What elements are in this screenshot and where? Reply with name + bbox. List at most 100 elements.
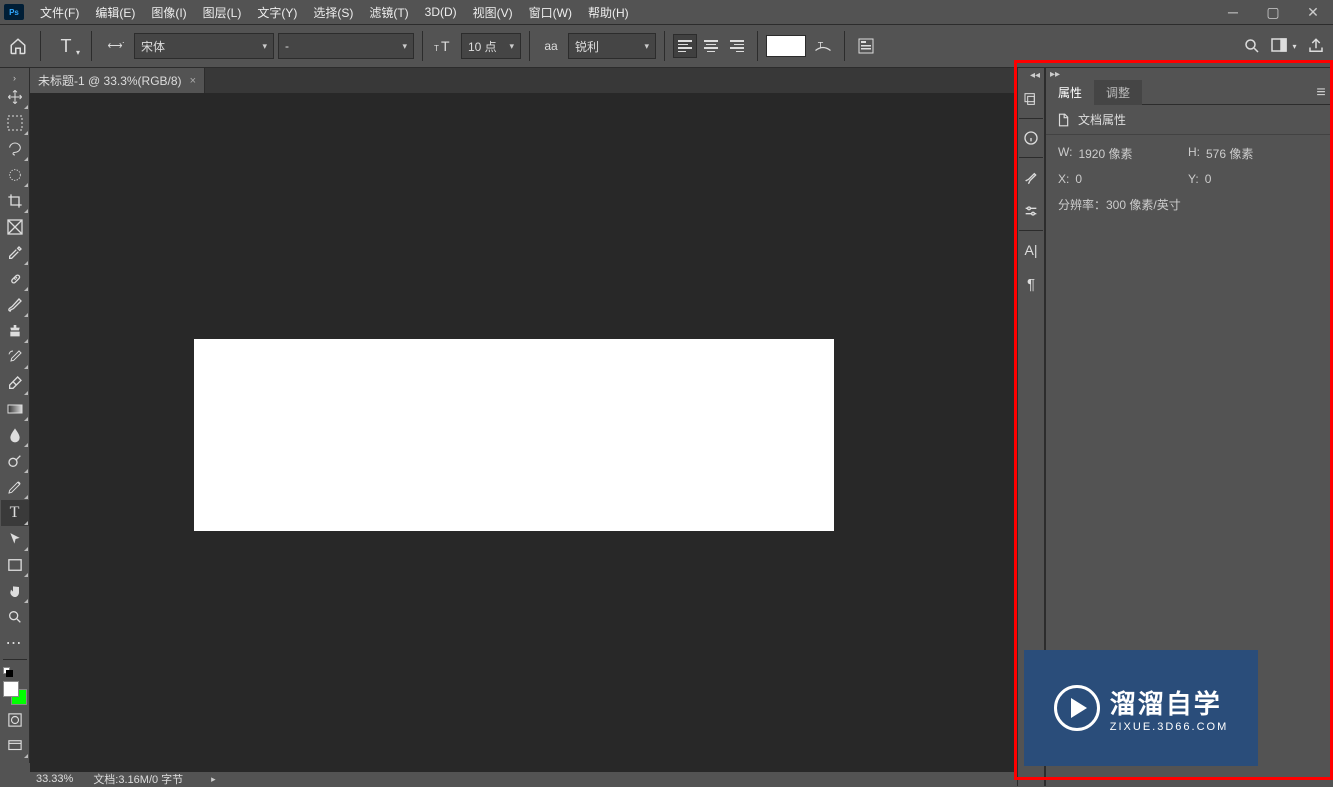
color-swap[interactable] [1,679,29,707]
resolution-value: 分辨率：300 像素/英寸 [1058,196,1181,213]
dodge-tool[interactable] [1,448,29,474]
shape-tool[interactable] [1,552,29,578]
workspace-button[interactable]: ▾ [1271,33,1297,59]
font-style-select[interactable]: - ▾ [278,33,414,59]
path-select-tool[interactable] [1,526,29,552]
font-style-value: - [285,39,289,53]
tab-adjustments[interactable]: 调整 [1094,80,1142,105]
menu-view[interactable]: 视图(V) [465,0,521,25]
document-tab[interactable]: 未标题-1 @ 33.3%(RGB/8) × [30,68,205,93]
align-right-button[interactable] [725,34,749,58]
eyedropper-tool[interactable] [1,240,29,266]
font-family-value: 宋体 [141,38,165,55]
lasso-tool[interactable] [1,136,29,162]
brush-tool[interactable] [1,292,29,318]
maximize-button[interactable]: ▢ [1253,0,1293,24]
antialias-value: 锐利 [575,38,599,55]
gradient-tool[interactable] [1,396,29,422]
artboard[interactable] [194,339,834,531]
panel-icon-info[interactable] [1018,122,1044,154]
search-icon[interactable] [1239,33,1265,59]
height-value: 576 像素 [1206,145,1253,162]
active-tool-indicator[interactable]: T▾ [49,33,83,59]
healing-tool[interactable] [1,266,29,292]
svg-text:T: T [434,44,439,53]
edit-toolbar-button[interactable]: ⋯ [1,630,29,656]
panel-menu-icon[interactable]: ≡ [1309,84,1333,102]
minimize-button[interactable]: ─ [1213,0,1253,24]
zoom-level[interactable]: 33.33% [36,773,73,785]
text-orientation-button[interactable]: ⟷T [100,33,130,59]
align-left-button[interactable] [673,34,697,58]
dropdown-icon: ▾ [402,41,407,52]
font-family-select[interactable]: 宋体 ▾ [134,33,274,59]
share-button[interactable] [1303,33,1329,59]
options-bar: T▾ ⟷T 宋体 ▾ - ▾ TT 10 点 ▾ aa 锐利 ▾ T [0,24,1333,68]
home-button[interactable] [4,32,32,60]
crop-tool[interactable] [1,188,29,214]
strip-collapse-icon[interactable]: ◂◂ [1018,68,1044,82]
panel-icon-brushes[interactable] [1018,161,1044,193]
status-flyout-icon[interactable]: ▸ [211,774,216,785]
panel-icon-adjustments[interactable] [1018,195,1044,227]
panel-icon-history[interactable] [1018,83,1044,115]
svg-text:⟷T: ⟷T [108,40,125,52]
zoom-tool[interactable] [1,604,29,630]
toolbar-collapse-icon[interactable]: › [1,72,29,84]
width-label: W: [1058,145,1072,162]
menu-select[interactable]: 选择(S) [305,0,361,25]
move-tool[interactable] [1,84,29,110]
canvas-area[interactable] [30,93,1017,772]
menu-edit[interactable]: 编辑(E) [87,0,143,25]
width-value: 1920 像素 [1078,145,1132,162]
menu-layer[interactable]: 图层(L) [195,0,250,25]
menu-3d[interactable]: 3D(D) [417,1,465,23]
font-size-icon: TT [431,33,457,59]
text-align-group [673,34,749,58]
properties-header: 文档属性 [1046,105,1333,135]
app-icon: Ps [4,4,24,20]
marquee-tool[interactable] [1,110,29,136]
foreground-color[interactable] [3,681,19,697]
doc-info[interactable]: 文档:3.16M/0 字节 [93,771,183,787]
type-tool[interactable]: T [1,500,29,526]
dropdown-icon: ▾ [509,41,514,52]
tab-properties[interactable]: 属性 [1046,80,1094,105]
font-size-value: 10 点 [468,38,497,55]
eraser-tool[interactable] [1,370,29,396]
frame-tool[interactable] [1,214,29,240]
clone-tool[interactable] [1,318,29,344]
play-icon [1054,685,1100,731]
history-brush-tool[interactable] [1,344,29,370]
blur-tool[interactable] [1,422,29,448]
antialias-select[interactable]: 锐利 ▾ [568,33,656,59]
screenmode-button[interactable] [1,733,29,759]
panel-icon-character[interactable]: A| [1018,234,1044,266]
menu-type[interactable]: 文字(Y) [249,0,305,25]
font-size-select[interactable]: 10 点 ▾ [461,33,521,59]
default-colors-icon[interactable] [1,663,29,677]
text-color-swatch[interactable] [766,35,806,57]
pen-tool[interactable] [1,474,29,500]
dropdown-icon: ▾ [644,41,649,52]
panel-icon-paragraph[interactable]: ¶ [1018,268,1044,300]
document-icon [1056,112,1070,128]
menu-window[interactable]: 窗口(W) [521,0,580,25]
warp-text-button[interactable]: T [810,33,836,59]
hand-tool[interactable] [1,578,29,604]
quick-select-tool[interactable] [1,162,29,188]
close-button[interactable]: ✕ [1293,0,1333,24]
menu-help[interactable]: 帮助(H) [580,0,637,25]
character-panel-button[interactable] [853,33,879,59]
properties-body: W:1920 像素 H:576 像素 X:0 Y:0 分辨率：300 像素/英寸 [1046,135,1333,223]
align-center-button[interactable] [699,34,723,58]
x-label: X: [1058,172,1069,186]
y-label: Y: [1188,172,1199,186]
watermark-title: 溜溜自学 [1110,684,1228,721]
menu-file[interactable]: 文件(F) [32,0,87,25]
menu-image[interactable]: 图像(I) [143,0,194,25]
window-controls: ─ ▢ ✕ [1213,0,1333,24]
menu-filter[interactable]: 滤镜(T) [361,0,416,25]
close-tab-icon[interactable]: × [190,75,196,87]
quickmask-button[interactable] [1,707,29,733]
